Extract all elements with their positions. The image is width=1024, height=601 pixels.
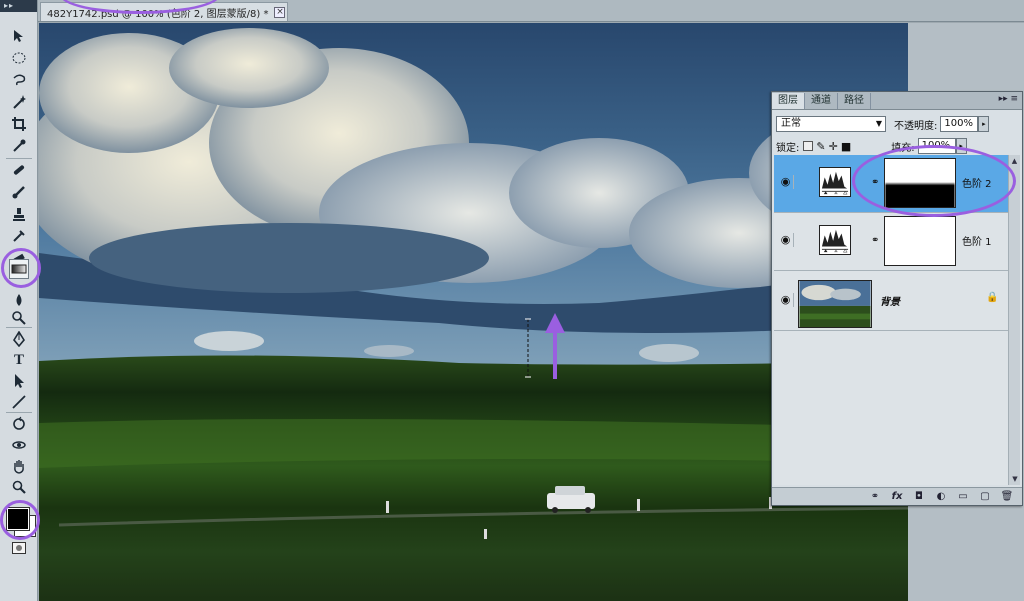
opacity-label: 不透明度: [894, 120, 938, 132]
scroll-up-icon[interactable]: ▲ [1009, 155, 1020, 167]
document-tab[interactable]: 482Y1742.psd @ 100% (色阶 2, 图层蒙版/8) * × [40, 2, 288, 21]
eye-icon[interactable]: ◉ [778, 233, 794, 247]
eye-icon[interactable]: ◉ [778, 175, 794, 189]
elliptical-marquee-icon[interactable] [9, 48, 29, 68]
lock-icon: 🔒 [986, 292, 999, 303]
layer-row-levels-1[interactable]: ◉ ⚭ 色阶 1 [774, 213, 1008, 271]
blend-mode-value: 正常 [781, 118, 801, 129]
layer-row-levels-2[interactable]: ◉ ⚭ 色阶 2 [774, 155, 1008, 213]
layer-name[interactable]: 色阶 1 [962, 233, 992, 248]
add-mask-icon[interactable]: ◘ [912, 491, 926, 503]
opacity-slider-button[interactable]: ▸ [978, 116, 990, 132]
levels-adjustment-icon [819, 167, 851, 197]
gradient-tool-icon[interactable] [9, 259, 29, 279]
history-brush-icon[interactable] [9, 226, 29, 246]
foreground-color-swatch[interactable] [6, 507, 30, 531]
blend-mode-select[interactable]: 正常 ▼ [776, 116, 886, 132]
link-icon[interactable]: ⚭ [871, 177, 879, 188]
eye-icon[interactable]: ◉ [778, 293, 794, 307]
path-select-icon[interactable] [9, 371, 29, 391]
blend-opacity-row: 正常 ▼ 不透明度: 100% ▸ [776, 114, 1020, 134]
layers-footer: ⚭ fx ◘ ◐ ▭ ▢ 🗑 [772, 487, 1022, 505]
trash-icon[interactable]: 🗑 [1000, 491, 1014, 503]
quick-mask-icon[interactable] [12, 542, 26, 554]
scroll-down-icon[interactable]: ▼ [1009, 473, 1021, 485]
layer-mask-thumbnail[interactable] [884, 216, 956, 266]
lock-all-icon[interactable]: ■ [841, 140, 851, 153]
crop-icon[interactable] [9, 114, 29, 134]
lock-pixels-icon[interactable]: ✎ [816, 140, 825, 153]
tools-panel: ▸▸ T [0, 0, 38, 601]
move-tool-icon[interactable] [9, 26, 29, 46]
link-layers-icon[interactable]: ⚭ [868, 491, 882, 503]
dodge-icon[interactable] [9, 308, 29, 328]
healing-brush-icon[interactable] [9, 160, 29, 180]
hand-icon[interactable] [9, 456, 29, 476]
brush-icon[interactable] [9, 182, 29, 202]
tab-paths[interactable]: 路径 [838, 93, 871, 109]
pen-icon[interactable] [9, 329, 29, 349]
document-tab-bar: 482Y1742.psd @ 100% (色阶 2, 图层蒙版/8) * × [0, 0, 1024, 22]
lock-fill-row: 锁定: ✎ ✛ ■ 填充: 100% ▸ [776, 137, 1020, 155]
layer-name[interactable]: 色阶 2 [962, 175, 992, 190]
stamp-icon[interactable] [9, 204, 29, 224]
layer-mask-thumbnail[interactable] [884, 158, 956, 208]
tab-channels[interactable]: 通道 [805, 93, 838, 109]
3d-orbit-icon[interactable] [9, 435, 29, 455]
layers-scrollbar[interactable]: ▲ ▼ [1008, 155, 1020, 485]
tab-layers[interactable]: 图层 [772, 93, 805, 109]
toolbar-separator [6, 412, 32, 413]
opacity-input[interactable]: 100% [940, 116, 979, 132]
line-icon[interactable] [9, 392, 29, 412]
levels-adjustment-icon [819, 225, 851, 255]
background-thumbnail [798, 280, 872, 328]
zoom-icon[interactable] [9, 477, 29, 497]
blur-icon[interactable] [9, 290, 29, 310]
magic-wand-icon[interactable] [9, 92, 29, 112]
lasso-icon[interactable] [9, 70, 29, 90]
eyedropper-icon[interactable] [9, 136, 29, 156]
lock-label: 锁定: [776, 142, 800, 154]
toolbar-grip[interactable]: ▸▸ [0, 0, 37, 12]
adjustment-layer-icon[interactable]: ◐ [934, 491, 948, 503]
panel-menu-icon[interactable]: ▸▸ ≡ [999, 94, 1018, 104]
layers-list: ◉ ⚭ 色阶 2 ◉ ⚭ 色阶 1 ◉ 背景 🔒 [774, 155, 1008, 485]
layer-row-background[interactable]: ◉ 背景 🔒 [774, 271, 1008, 331]
panel-tab-bar: 图层 通道 路径 ▸▸ ≡ [772, 92, 1022, 110]
3d-rotate-icon[interactable] [9, 414, 29, 434]
lock-transparent-icon[interactable] [803, 141, 814, 151]
new-layer-icon[interactable]: ▢ [978, 491, 992, 503]
fill-label: 填充: [891, 142, 915, 154]
fill-slider-button[interactable]: ▸ [955, 138, 967, 154]
layers-panel: 图层 通道 路径 ▸▸ ≡ 正常 ▼ 不透明度: 100% ▸ 锁定: ✎ ✛ … [771, 91, 1023, 506]
fx-icon[interactable]: fx [890, 491, 904, 503]
document-title: 482Y1742.psd @ 100% (色阶 2, 图层蒙版/8) * [47, 8, 269, 20]
link-icon[interactable]: ⚭ [871, 235, 879, 246]
group-icon[interactable]: ▭ [956, 491, 970, 503]
type-icon[interactable]: T [9, 350, 29, 370]
toolbar-separator [6, 158, 32, 159]
fill-input[interactable]: 100% [917, 138, 956, 154]
layer-name[interactable]: 背景 [880, 293, 900, 308]
lock-position-icon[interactable]: ✛ [829, 140, 838, 153]
close-icon[interactable]: × [274, 6, 286, 18]
chevron-down-icon: ▼ [875, 119, 882, 128]
toolbar-separator [6, 327, 32, 328]
